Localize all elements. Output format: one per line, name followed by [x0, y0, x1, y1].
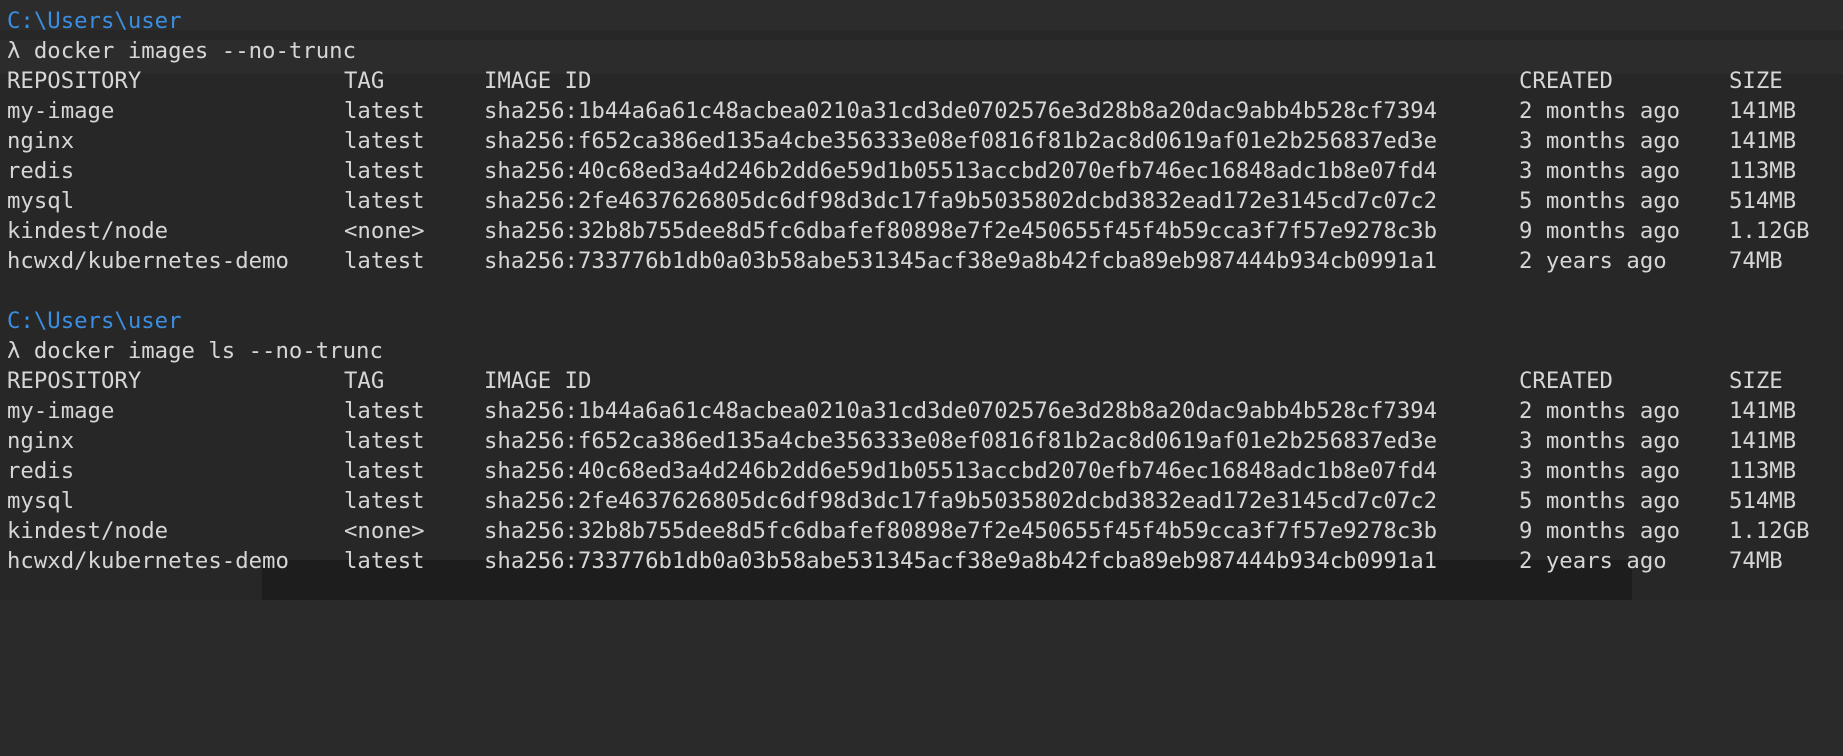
cell-size: 74MB	[1729, 548, 1783, 574]
cell-created: 2 years ago	[1519, 248, 1667, 274]
cell-repository: redis	[7, 158, 75, 184]
cell-tag: <none>	[344, 218, 425, 244]
cell-size: 1.12GB	[1729, 218, 1810, 244]
cell-created: 3 months ago	[1519, 428, 1681, 454]
cell-created: 3 months ago	[1519, 158, 1681, 184]
table-row: hcwxd/kubernetes-demo latest sha256:7337…	[7, 246, 1783, 276]
table-row: mysql latest sha256:2fe4637626805dc6df98…	[7, 486, 1796, 516]
cell-created: 9 months ago	[1519, 518, 1681, 544]
header-image-id: IMAGE ID	[484, 368, 592, 394]
table-row: hcwxd/kubernetes-demo latest sha256:7337…	[7, 546, 1783, 576]
cell-image-id: sha256:f652ca386ed135a4cbe356333e08ef081…	[484, 428, 1438, 454]
table-row: redis latest sha256:40c68ed3a4d246b2dd6e…	[7, 156, 1796, 186]
header-repository: REPOSITORY	[7, 368, 142, 394]
cell-created: 9 months ago	[1519, 218, 1681, 244]
cell-size: 113MB	[1729, 158, 1797, 184]
cell-image-id: sha256:1b44a6a61c48acbea0210a31cd3de0702…	[484, 398, 1438, 424]
table-header: REPOSITORY TAG IMAGE ID CREATED SIZE	[7, 66, 1783, 96]
cell-image-id: sha256:1b44a6a61c48acbea0210a31cd3de0702…	[484, 98, 1438, 124]
cell-repository: kindest/node	[7, 218, 169, 244]
header-repository: REPOSITORY	[7, 68, 142, 94]
header-created: CREATED	[1519, 368, 1613, 394]
cell-size: 1.12GB	[1729, 518, 1810, 544]
cell-created: 5 months ago	[1519, 488, 1681, 514]
cell-tag: latest	[344, 158, 425, 184]
header-tag: TAG	[344, 68, 385, 94]
header-size: SIZE	[1729, 68, 1783, 94]
cell-repository: nginx	[7, 128, 75, 154]
cell-tag: latest	[344, 488, 425, 514]
table-header: REPOSITORY TAG IMAGE ID CREATED SIZE	[7, 366, 1783, 396]
cell-image-id: sha256:40c68ed3a4d246b2dd6e59d1b05513acc…	[484, 158, 1438, 184]
cell-size: 113MB	[1729, 458, 1797, 484]
cell-created: 2 months ago	[1519, 398, 1681, 424]
command-line: λ docker images --no-trunc	[7, 38, 357, 64]
cell-tag: latest	[344, 548, 425, 574]
cell-repository: my-image	[7, 98, 115, 124]
table-row: redis latest sha256:40c68ed3a4d246b2dd6e…	[7, 456, 1796, 486]
cell-created: 5 months ago	[1519, 188, 1681, 214]
blank-line	[7, 276, 383, 306]
cell-image-id: sha256:32b8b755dee8d5fc6dbafef80898e7f2e…	[484, 518, 1438, 544]
prompt-path: C:\Users\user	[7, 8, 182, 34]
cell-image-id: sha256:2fe4637626805dc6df98d3dc17fa9b503…	[484, 488, 1438, 514]
cell-image-id: sha256:40c68ed3a4d246b2dd6e59d1b05513acc…	[484, 458, 1438, 484]
cell-tag: <none>	[344, 518, 425, 544]
cell-tag: latest	[344, 128, 425, 154]
cell-repository: redis	[7, 458, 75, 484]
cell-repository: my-image	[7, 398, 115, 424]
header-tag: TAG	[344, 368, 385, 394]
table-row: kindest/node <none> sha256:32b8b755dee8d…	[7, 216, 1810, 246]
table-row: my-image latest sha256:1b44a6a61c48acbea…	[7, 96, 1796, 126]
terminal-output: C:\Users\user λ docker images --no-trunc…	[7, 6, 1810, 576]
cell-image-id: sha256:2fe4637626805dc6df98d3dc17fa9b503…	[484, 188, 1438, 214]
cell-repository: kindest/node	[7, 518, 169, 544]
cell-repository: hcwxd/kubernetes-demo	[7, 248, 289, 274]
cell-image-id: sha256:f652ca386ed135a4cbe356333e08ef081…	[484, 128, 1438, 154]
cell-tag: latest	[344, 458, 425, 484]
cell-size: 141MB	[1729, 98, 1797, 124]
cell-tag: latest	[344, 248, 425, 274]
table-row: kindest/node <none> sha256:32b8b755dee8d…	[7, 516, 1810, 546]
prompt-path: C:\Users\user	[7, 308, 182, 334]
command-line: λ docker image ls --no-trunc	[7, 338, 383, 364]
cell-size: 141MB	[1729, 398, 1797, 424]
cell-repository: mysql	[7, 188, 75, 214]
cell-created: 3 months ago	[1519, 458, 1681, 484]
cell-size: 141MB	[1729, 428, 1797, 454]
header-created: CREATED	[1519, 68, 1613, 94]
cell-created: 2 months ago	[1519, 98, 1681, 124]
cell-created: 3 months ago	[1519, 128, 1681, 154]
cell-size: 514MB	[1729, 188, 1797, 214]
table-row: nginx latest sha256:f652ca386ed135a4cbe3…	[7, 126, 1796, 156]
cell-tag: latest	[344, 188, 425, 214]
cell-tag: latest	[344, 398, 425, 424]
header-size: SIZE	[1729, 368, 1783, 394]
header-image-id: IMAGE ID	[484, 68, 592, 94]
cell-tag: latest	[344, 428, 425, 454]
table-row: mysql latest sha256:2fe4637626805dc6df98…	[7, 186, 1796, 216]
table-row: nginx latest sha256:f652ca386ed135a4cbe3…	[7, 426, 1796, 456]
cell-image-id: sha256:733776b1db0a03b58abe531345acf38e9…	[484, 248, 1438, 274]
cell-created: 2 years ago	[1519, 548, 1667, 574]
cell-image-id: sha256:32b8b755dee8d5fc6dbafef80898e7f2e…	[484, 218, 1438, 244]
cell-size: 514MB	[1729, 488, 1797, 514]
cell-size: 141MB	[1729, 128, 1797, 154]
cell-image-id: sha256:733776b1db0a03b58abe531345acf38e9…	[484, 548, 1438, 574]
cell-size: 74MB	[1729, 248, 1783, 274]
cell-tag: latest	[344, 98, 425, 124]
terminal-window[interactable]: C:\Users\user λ docker images --no-trunc…	[0, 0, 1843, 600]
cell-repository: hcwxd/kubernetes-demo	[7, 548, 289, 574]
cell-repository: nginx	[7, 428, 75, 454]
table-row: my-image latest sha256:1b44a6a61c48acbea…	[7, 396, 1796, 426]
cell-repository: mysql	[7, 488, 75, 514]
